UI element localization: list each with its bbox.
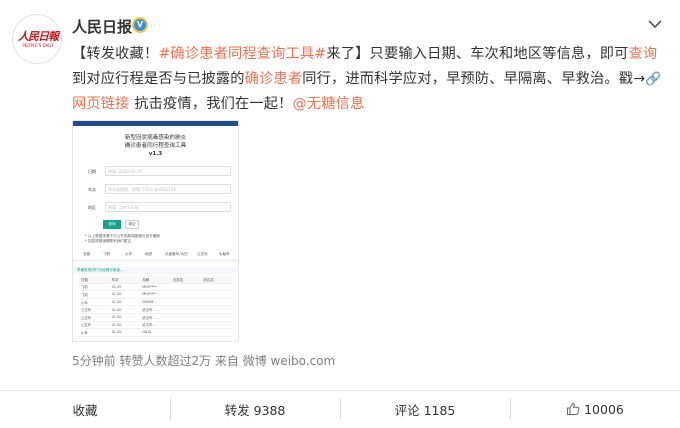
image-table-cell: 01-20 xyxy=(111,292,122,297)
image-table-cell: 01-20 xyxy=(111,307,122,312)
image-form-row: 车次 车次或航班，例如: T123 或 MU1234 xyxy=(73,184,238,196)
image-form-placeholder: 例如: 北京 (可选) xyxy=(108,205,140,210)
image-table-cell: 01-20 xyxy=(111,315,122,320)
image-section-header: 早期发现同行已经确诊患者... xyxy=(73,267,238,274)
image-query-button: 查询 xyxy=(103,220,121,229)
hashtag-link[interactable]: #确诊患者同程查询工具# xyxy=(158,46,326,62)
image-table-cell: 火车 xyxy=(81,300,88,305)
image-form-label: 日期 xyxy=(88,169,96,174)
image-buttons: 查询 清空 xyxy=(73,220,238,234)
image-table-cell: 车次 xyxy=(111,277,119,282)
image-form-placeholder: 例如: 2020-01-20 xyxy=(108,169,142,174)
image-tab: 全部 xyxy=(83,252,91,256)
image-table-cell: 公交车 xyxy=(81,323,92,328)
image-table-cell: 01-20 xyxy=(111,300,122,305)
image-table-row: 公交车 01-20 武汉市... xyxy=(79,306,232,314)
avatar-logo-text: 人民日報 xyxy=(18,30,59,43)
action-bar: 收藏 转发 9388 评论 1185 10006 xyxy=(0,390,680,428)
favorite-button[interactable]: 收藏 xyxy=(0,391,170,427)
image-table-cell: 公交车 xyxy=(81,308,92,313)
image-table: 日期 车次 车厢 出发站 到达站 飞机 01-20 MU5**** 飞机 01-… xyxy=(79,276,232,337)
image-table-cell: 火车 xyxy=(81,330,88,335)
post-image[interactable]: 新型冠状病毒感染的肺炎 确诊患者同行程查询工具 v1.3 日期 例如: 2020… xyxy=(72,120,239,342)
post-text-segment: 来了】只要输入日期、车次和地区等信息，即可 xyxy=(326,46,629,62)
post-text-segment: 到对应行程是否与已披露的 xyxy=(72,71,245,87)
image-table-row: 飞机 01-20 MU5**** xyxy=(79,284,232,292)
image-table-cell: 01-20 xyxy=(111,322,122,327)
image-table-row: 公交车 01-20 武汉市... xyxy=(79,322,232,330)
image-table-cell: G814 xyxy=(142,330,152,335)
image-table-row: 公交车 01-20 武汉市... xyxy=(79,314,232,322)
verified-badge-icon xyxy=(132,17,148,33)
image-table-cell: 武汉市... xyxy=(142,323,156,328)
post-text-segment: 同行，进而科学应对，早预防、早隔离、早救治。戳→ xyxy=(302,71,646,87)
comment-button[interactable]: 评论 1185 xyxy=(340,391,510,427)
keyword-link[interactable]: 确诊患者 xyxy=(245,71,303,87)
image-table-cell: 飞机 xyxy=(81,292,88,297)
keyword-link[interactable]: 查询 xyxy=(629,46,658,62)
web-link-label: 网页链接 xyxy=(72,96,130,112)
post-text-segment: 抗击疫情，我们在一起！ xyxy=(129,96,293,112)
image-table-row: 火车 01-20 G814 xyxy=(79,329,232,337)
image-table-cell: MU5**** xyxy=(142,292,157,297)
image-table-cell: 武汉市... xyxy=(142,308,156,313)
link-icon: 🔗 xyxy=(645,72,662,87)
weibo-post-card: 人民日報 PEOPLE'S DAILY 人民日报 【转发收藏！#确诊患者同程查询… xyxy=(0,0,680,428)
image-table-cell: 日期 xyxy=(81,277,88,282)
image-title: 新型冠状病毒感染的肺炎 xyxy=(124,135,187,141)
avatar-logo-subtext: PEOPLE'S DAILY xyxy=(22,43,54,48)
mention-link[interactable]: @无糖信息 xyxy=(293,96,365,112)
avatar[interactable]: 人民日報 PEOPLE'S DAILY xyxy=(12,14,62,64)
image-tab: 飞机 xyxy=(103,252,111,256)
post-text: 【转发收藏！#确诊患者同程查询工具#来了】只要输入日期、车次和地区等信息，即可查… xyxy=(72,42,666,117)
image-table-cell: MU5**** xyxy=(142,284,157,289)
image-form-placeholder: 车次或航班，例如: T123 或 MU1234 xyxy=(108,187,176,192)
image-form-label: 车次 xyxy=(88,187,96,192)
image-table-cell: 飞机 xyxy=(81,285,88,290)
image-tab: 出租车 xyxy=(219,252,230,256)
image-tab: 公交车 xyxy=(197,252,208,256)
image-table-cell: 武汉市... xyxy=(142,315,156,320)
image-note: * 如发现错误请联系我们更正 xyxy=(85,239,132,243)
avatar-logo: 人民日報 PEOPLE'S DAILY xyxy=(17,19,59,61)
image-table-row: 飞机 01-20 MU5**** xyxy=(79,291,232,299)
image-form-row: 地区 例如: 北京 (可选) xyxy=(73,202,238,214)
chevron-down-icon[interactable] xyxy=(647,18,663,30)
image-title: 确诊患者同行程查询工具 xyxy=(124,143,187,149)
image-form-label: 地区 xyxy=(88,205,96,210)
repost-label: 转发 9388 xyxy=(224,402,286,418)
image-table-row: 日期 车次 车厢 出发站 到达站 xyxy=(79,276,232,284)
like-button[interactable]: 10006 xyxy=(510,391,680,427)
repost-button[interactable]: 转发 9388 xyxy=(170,391,340,427)
image-tabs: 全部 飞机 火车 地铁 长途客车/大巴 公交车 出租车 xyxy=(73,249,238,261)
image-table-cell: 出发站 xyxy=(172,277,183,282)
image-table-cell: 到达站 xyxy=(203,277,214,282)
image-table-cell: 公交车 xyxy=(81,315,92,320)
comment-label: 评论 1185 xyxy=(394,402,456,418)
image-table-cell: 01-20 xyxy=(111,284,122,289)
thumbs-up-icon xyxy=(567,402,580,415)
image-tab: 长途客车/大巴 xyxy=(165,252,188,256)
image-query-button-label: 查询 xyxy=(108,222,116,226)
like-count: 10006 xyxy=(584,401,624,417)
image-tab: 火车 xyxy=(125,252,133,256)
image-table-row: 火车 01-20 D3098 xyxy=(79,299,232,307)
image-tab: 地铁 xyxy=(145,252,153,256)
image-form-row: 日期 例如: 2020-01-20 xyxy=(73,166,238,178)
post-meta: 5分钟前 转赞人数超过2万 来自 微博 weibo.com xyxy=(72,354,336,368)
image-table-cell: 车厢 xyxy=(142,277,149,282)
image-table-cell: 01-20 xyxy=(111,330,122,335)
favorite-label: 收藏 xyxy=(72,402,98,418)
image-version: v1.3 xyxy=(148,151,163,157)
image-clear-button: 清空 xyxy=(125,220,139,229)
image-table-cell: D3098 xyxy=(142,300,154,305)
image-topbar xyxy=(73,121,238,126)
image-clear-button-label: 清空 xyxy=(128,222,136,226)
post-text-segment: 【转发收藏！ xyxy=(72,46,159,62)
user-name[interactable]: 人民日报 xyxy=(72,16,132,37)
